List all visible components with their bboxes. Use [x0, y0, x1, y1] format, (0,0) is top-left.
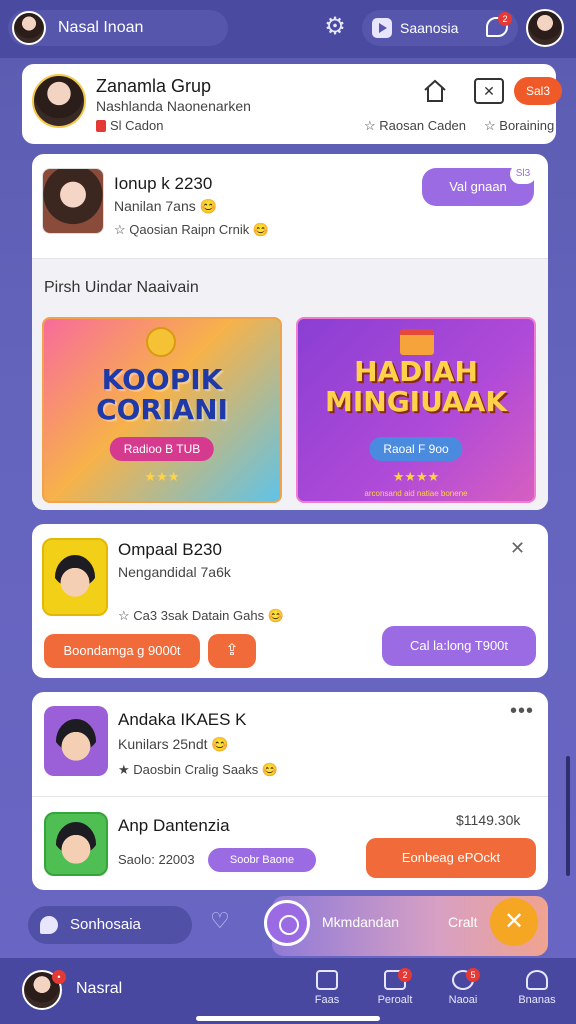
app-icon-purple	[44, 706, 108, 776]
app-icon	[42, 538, 108, 616]
promo-card-1[interactable]: KOOPIK CORIANI Radioo B TUB ★★★	[42, 317, 282, 503]
close-icon[interactable]: ✕	[474, 78, 504, 104]
gear-icon[interactable]: ⚙	[322, 14, 348, 40]
follow-button[interactable]: Val gnaan Sl3	[422, 164, 536, 206]
profile-card: Zanamla Grup Nashlanda Naonenarken Sl Ca…	[22, 64, 562, 144]
more-icon[interactable]: •••	[510, 700, 534, 723]
home-icon[interactable]	[422, 78, 448, 104]
post-3-tags: ★ Daosbin Cralig Saaks 😊	[118, 762, 279, 777]
tab-notifications[interactable]: Naoai 5	[438, 968, 488, 1006]
post-card-1: Ionup k 2230 Nanilan 7ans 😊 ☆ Qaosian Ra…	[32, 154, 548, 510]
search-icon[interactable]	[264, 900, 310, 946]
call-button[interactable]: Cal la:long T900t	[382, 626, 536, 666]
tab-user-name: Nasral	[76, 980, 123, 997]
promo-card-2[interactable]: HADIAH MINGIUAAK Raoal F 9oo ★★★★ arcons…	[296, 317, 536, 503]
action-label-2[interactable]: Cralt	[448, 914, 478, 930]
divider	[32, 796, 548, 797]
app-icon-green	[44, 812, 108, 876]
heart-icon[interactable]: ♡	[210, 908, 230, 934]
play-icon	[372, 18, 392, 38]
post-title: Ionup k 2230	[114, 174, 213, 193]
right-meta-2[interactable]: ☆ Boraining	[484, 118, 554, 134]
avatar-face-icon	[56, 822, 96, 866]
user-avatar	[12, 11, 46, 45]
promo-1-button[interactable]: Radioo B TUB	[109, 437, 215, 461]
share-icon[interactable]: ⇪	[208, 634, 256, 668]
post-2-subtitle: Nengandidal 7a6k	[118, 564, 231, 580]
promo-2-button[interactable]: Raoal F 9oo	[369, 437, 463, 461]
group-meta-text: Sl Cadon	[110, 118, 164, 133]
download-button[interactable]: Boondamga g 9000t	[44, 634, 200, 668]
action-label-1[interactable]: Mkmdandan	[322, 914, 399, 930]
post-3-subtitle: Kunilars 25ndt 😊	[118, 736, 229, 752]
profile-avatar[interactable]	[526, 9, 564, 47]
home-icon	[316, 970, 338, 990]
tab-badge: 5	[466, 968, 480, 982]
tab-profile[interactable]: Bnanas	[512, 970, 562, 1006]
user-name: Nasal Inoan	[58, 19, 144, 36]
tab-messages[interactable]: Peroalt 2	[370, 968, 420, 1006]
avatar-face-icon	[56, 719, 96, 763]
home-indicator	[196, 1016, 380, 1021]
item-subtitle: Saolo: 22003	[118, 852, 195, 867]
post-2-tags: ☆ Ca3 3sak Datain Gahs 😊	[118, 608, 284, 623]
user-pill[interactable]: Nasal Inoan	[8, 10, 228, 46]
post-3-title: Andaka IKAES K	[118, 710, 247, 729]
coin-icon	[146, 327, 176, 357]
group-title: Zanamla Grup	[96, 76, 212, 96]
action-button[interactable]: Sal3	[514, 77, 562, 105]
scrollbar[interactable]	[566, 756, 570, 876]
group-subtitle: Nashlanda Naonenarken	[96, 98, 251, 114]
tab-home[interactable]: Faas	[302, 970, 352, 1006]
chat-badge: 2	[498, 12, 512, 26]
item-title: Anp Dantenzia	[118, 816, 230, 835]
right-meta-1[interactable]: ☆ Raosan Caden	[364, 118, 466, 134]
avatar-face-icon	[55, 555, 95, 599]
top-bar: Nasal Inoan ⚙ Saanosia 2	[0, 0, 576, 58]
post-tags: ☆ Qaosian Raipn Crnik 😊	[114, 222, 270, 237]
user-icon	[526, 970, 548, 990]
item-pill[interactable]: Soobr Baone	[208, 848, 316, 872]
item-price: $1149.30k	[456, 812, 521, 828]
follow-badge: Sl3	[510, 164, 536, 184]
group-meta: Sl Cadon	[96, 118, 163, 133]
search-label: Saanosia	[400, 20, 459, 36]
tag-icon	[96, 119, 106, 132]
promo-2-footnote: arconsand aid natiae bonene	[364, 489, 468, 498]
avatar-badge: •	[52, 970, 66, 984]
post-card-3: Andaka IKAES K Kunilars 25ndt 😊 ★ Daosbi…	[32, 692, 548, 890]
post-card-2: Ompaal B230 Nengandidal 7a6k ☆ Ca3 3sak …	[32, 524, 548, 678]
post-subtitle: Nanilan 7ans 😊	[114, 198, 218, 214]
post-avatar	[42, 168, 104, 234]
close-icon[interactable]: ✕	[510, 538, 525, 559]
gift-icon	[400, 329, 434, 355]
item-button[interactable]: Eonbeag ePOckt	[366, 838, 536, 878]
promo-1-stars: ★★★	[144, 469, 180, 484]
message-pill[interactable]: Sonhosaia	[28, 906, 192, 944]
tab-badge: 2	[398, 968, 412, 982]
close-fab-icon[interactable]: ✕	[490, 898, 538, 946]
promo-section: Pirsh Uindar Naaivain KOOPIK CORIANI Rad…	[32, 258, 548, 510]
promo-1-headline: KOOPIK CORIANI	[96, 363, 228, 426]
promo-2-headline: HADIAH MINGIUAAK	[324, 355, 508, 418]
bottom-action-strip: Sonhosaia ♡ Mkmdandan Cralt ✕	[0, 896, 576, 956]
bottom-tab-bar: • Nasral Faas Peroalt 2 Naoai 5 Bnanas	[0, 958, 576, 1024]
section-title: Pirsh Uindar Naaivain	[44, 279, 199, 296]
promo-2-stars: ★★★★	[392, 469, 440, 484]
group-avatar	[32, 74, 86, 128]
post-2-title: Ompaal B230	[118, 540, 222, 559]
